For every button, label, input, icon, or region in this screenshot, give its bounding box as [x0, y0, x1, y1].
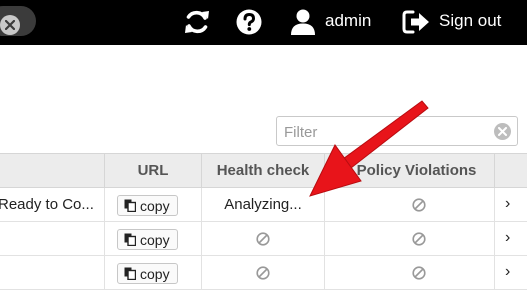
not-available-icon [411, 266, 426, 280]
column-header-health-check[interactable]: Health check [201, 154, 324, 187]
clear-filter-icon[interactable] [494, 123, 511, 140]
table-row[interactable]: Ready to Co... copy Analyzing... › [0, 188, 527, 222]
table-header: URL Health check Policy Violations [0, 153, 527, 188]
policy-cell [324, 222, 494, 255]
copy-icon [124, 267, 136, 280]
not-available-icon [411, 232, 426, 246]
copy-label: copy [140, 197, 170, 214]
url-cell: copy [104, 256, 201, 289]
sign-out-link[interactable]: Sign out [439, 11, 501, 31]
close-icon[interactable] [0, 15, 20, 35]
url-cell: copy [104, 222, 201, 255]
copy-icon [124, 199, 136, 212]
row-action-cell: › [494, 188, 527, 221]
policy-cell [324, 188, 494, 221]
health-cell: Analyzing... [201, 188, 324, 221]
question-circle-icon[interactable] [236, 9, 264, 35]
search-pill[interactable] [0, 6, 36, 36]
row-status: Ready to Co... [0, 196, 94, 213]
not-available-icon [411, 198, 426, 212]
refresh-icon[interactable] [183, 9, 211, 35]
policy-cell [324, 256, 494, 289]
top-bar: admin Sign out [0, 0, 527, 45]
copy-label: copy [140, 231, 170, 248]
column-header-policy-violations[interactable]: Policy Violations [324, 154, 494, 187]
table-row[interactable]: copy › [0, 256, 527, 290]
row-action-cell: › [494, 256, 527, 289]
filter-input[interactable] [284, 122, 484, 142]
filter-box [276, 116, 518, 146]
column-header-url[interactable]: URL [104, 154, 201, 187]
health-status: Analyzing... [224, 196, 302, 213]
chevron-right-icon[interactable]: › [505, 229, 510, 247]
health-cell [201, 256, 324, 289]
url-cell: copy [104, 188, 201, 221]
copy-icon [124, 233, 136, 246]
chevron-right-icon[interactable]: › [505, 195, 510, 213]
table-row[interactable]: copy › [0, 222, 527, 256]
not-available-icon [256, 266, 270, 280]
copy-button[interactable]: copy [117, 229, 178, 250]
column-header-actions [494, 154, 527, 187]
copy-button[interactable]: copy [117, 263, 178, 284]
health-cell [201, 222, 324, 255]
sign-out-icon[interactable] [402, 9, 430, 35]
row-action-cell: › [494, 222, 527, 255]
copy-button[interactable]: copy [117, 195, 178, 216]
user-icon[interactable] [290, 8, 316, 36]
copy-label: copy [140, 265, 170, 282]
username-label[interactable]: admin [325, 11, 371, 31]
not-available-icon [256, 232, 270, 246]
chevron-right-icon[interactable]: › [505, 263, 510, 281]
